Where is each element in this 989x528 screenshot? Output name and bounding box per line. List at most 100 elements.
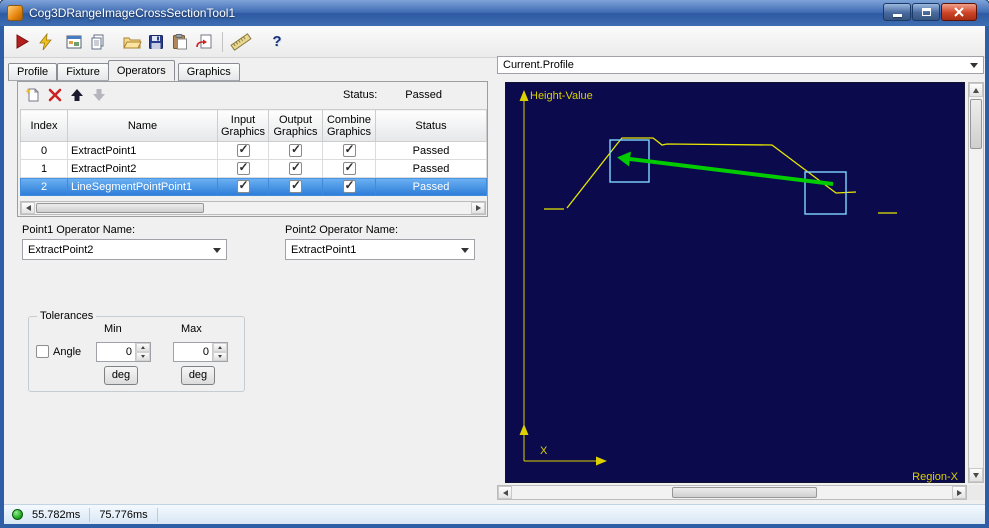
x-axis-label: Region-X [912, 471, 959, 483]
move-up-button[interactable] [66, 85, 88, 105]
operators-toolbar: Status: Passed [18, 82, 487, 107]
origin-label: X [540, 445, 548, 457]
grid-horizontal-scrollbar[interactable] [20, 201, 486, 215]
save-button[interactable] [144, 30, 168, 54]
measurement-arrow-line[interactable] [629, 157, 834, 186]
scroll-down-button[interactable] [969, 468, 983, 482]
grid-header-row: Index Name Input Graphics Output Graphic… [20, 109, 487, 142]
graphics-checkbox[interactable] [236, 142, 250, 157]
angle-max-spinner[interactable]: 0 [173, 342, 228, 362]
spin-down-button[interactable] [213, 352, 227, 361]
graphics-checkbox[interactable] [289, 178, 302, 193]
tab-graphics[interactable]: Graphics [177, 63, 240, 81]
cell-output-graphics [268, 159, 323, 178]
graphics-checkbox[interactable] [342, 178, 356, 193]
col-header-index[interactable]: Index [20, 109, 68, 142]
angle-min-spinner[interactable]: 0 [96, 342, 151, 362]
graphics-checkbox[interactable] [342, 142, 356, 157]
chart-horizontal-scrollbar[interactable] [497, 485, 967, 500]
col-header-output-graphics[interactable]: Output Graphics [268, 109, 323, 142]
scroll-left-button[interactable] [21, 202, 35, 214]
save-icon [149, 34, 163, 49]
tab-profile[interactable]: Profile [8, 63, 58, 81]
scroll-thumb[interactable] [36, 203, 204, 213]
close-button[interactable] [941, 3, 977, 21]
copy-results-button[interactable] [86, 30, 110, 54]
graphics-checkbox[interactable] [289, 160, 302, 175]
titlebar[interactable]: Cog3DRangeImageCrossSectionTool1 [0, 0, 989, 26]
move-down-button[interactable] [88, 85, 110, 105]
minimize-button[interactable] [883, 3, 911, 21]
point1-operator-combo[interactable]: ExtractPoint2 [22, 239, 227, 260]
run-button[interactable] [10, 30, 34, 54]
col-header-status[interactable]: Status [375, 109, 487, 142]
measure-button[interactable] [229, 30, 253, 54]
main-toolbar: ? [4, 26, 985, 58]
cell-combine-graphics [322, 177, 376, 196]
cell-output-graphics [268, 177, 323, 196]
scroll-left-button[interactable] [498, 486, 512, 499]
total-time: 75.776ms [99, 508, 148, 521]
profile-canvas[interactable]: Height-Value X Region-X [505, 82, 965, 483]
open-icon [123, 37, 142, 48]
scroll-track[interactable] [969, 97, 983, 468]
new-operator-button[interactable] [22, 85, 44, 105]
col-header-input-graphics[interactable]: Input Graphics [217, 109, 269, 142]
cell-index: 2 [20, 177, 68, 196]
max-unit-button[interactable]: deg [181, 366, 215, 385]
display-selector-combo[interactable]: Current.Profile [497, 56, 984, 74]
scroll-track[interactable] [35, 202, 471, 214]
profile-chart-svg: Height-Value X Region-X [519, 90, 959, 483]
table-row[interactable]: 1ExtractPoint2 Passed [20, 159, 487, 178]
status-label: Status: [343, 88, 378, 101]
scroll-track[interactable] [512, 486, 952, 499]
spin-up-button[interactable] [136, 343, 150, 352]
arrow-up-icon [141, 346, 145, 349]
cell-name: LineSegmentPointPoint1 [67, 177, 218, 196]
minimize-icon [892, 14, 902, 17]
graphics-checkbox[interactable] [342, 160, 356, 175]
electric-run-button[interactable] [34, 30, 58, 54]
cell-name: ExtractPoint1 [67, 141, 218, 160]
app-icon [7, 5, 23, 21]
spin-up-button[interactable] [213, 343, 227, 352]
cell-input-graphics [217, 177, 269, 196]
graphics-checkbox[interactable] [289, 142, 302, 157]
run-icon [16, 33, 29, 49]
point2-operator-combo[interactable]: ExtractPoint1 [285, 239, 475, 260]
tab-fixture[interactable]: Fixture [57, 63, 109, 81]
import-button[interactable] [192, 30, 216, 54]
delete-operator-button[interactable] [44, 85, 66, 105]
help-icon: ? [272, 33, 282, 50]
min-unit-button[interactable]: deg [104, 366, 138, 385]
graphics-checkbox[interactable] [236, 160, 250, 175]
tab-operators[interactable]: Operators [107, 60, 175, 81]
graphics-checkbox[interactable] [236, 178, 250, 193]
table-row[interactable]: 0ExtractPoint1 Passed [20, 141, 487, 160]
cell-index: 1 [20, 159, 68, 178]
operators-grid-body: 0ExtractPoint1 Passed 1ExtractPoint2 Passed… [20, 141, 487, 196]
cell-status: Passed [375, 177, 487, 196]
help-button[interactable]: ? [265, 30, 289, 54]
paste-button[interactable] [168, 30, 192, 54]
chart-region: Height-Value X Region-X [497, 76, 984, 502]
maximize-button[interactable] [912, 3, 940, 21]
y-axis-label: Height-Value [530, 90, 593, 102]
scroll-right-button[interactable] [471, 202, 485, 214]
table-row[interactable]: 2LineSegmentPointPoint1 Passed [20, 177, 487, 196]
arrow-up-icon [218, 346, 222, 349]
electric-run-icon [39, 32, 52, 50]
open-button[interactable] [120, 30, 144, 54]
angle-checkbox[interactable] [36, 345, 49, 358]
scroll-up-button[interactable] [969, 83, 983, 97]
status-led-icon [12, 509, 23, 520]
chart-vertical-scrollbar[interactable] [968, 82, 984, 483]
measurement-arrow-head-icon[interactable] [617, 151, 631, 167]
col-header-combine-graphics[interactable]: Combine Graphics [322, 109, 376, 142]
col-header-name[interactable]: Name [67, 109, 218, 142]
spin-down-button[interactable] [136, 352, 150, 361]
scroll-thumb[interactable] [970, 99, 982, 149]
scroll-right-button[interactable] [952, 486, 966, 499]
tool-display-button[interactable] [62, 30, 86, 54]
scroll-thumb[interactable] [672, 487, 817, 498]
